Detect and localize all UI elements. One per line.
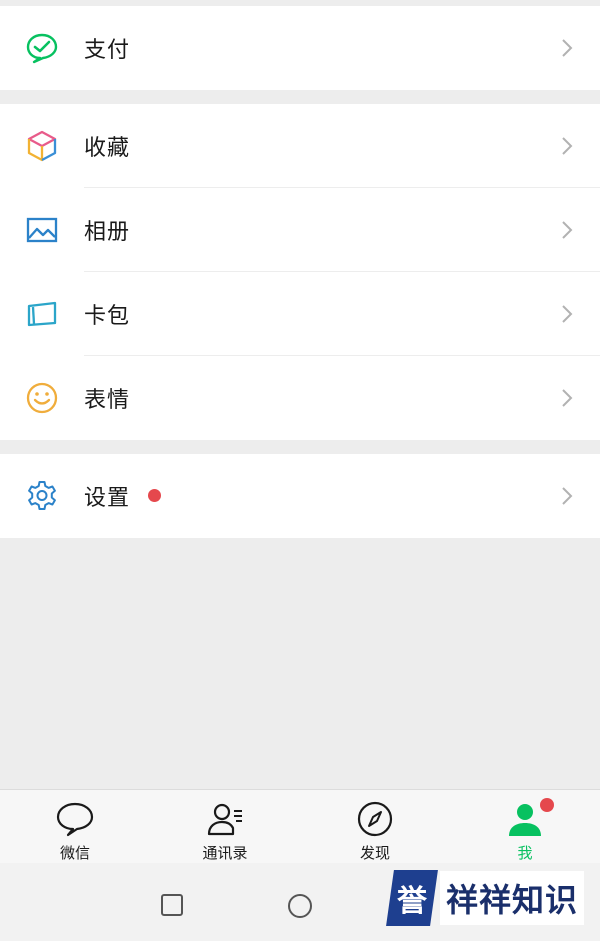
tab-label: 发现 <box>359 844 390 862</box>
menu-item-label: 收藏 <box>84 136 131 161</box>
chevron-right-icon <box>560 485 574 507</box>
home-circle-icon[interactable] <box>287 893 313 919</box>
menu-item-cards[interactable]: 卡包 <box>0 272 600 356</box>
smiley-icon <box>25 381 59 415</box>
menu-item-album[interactable]: 相册 <box>0 188 600 272</box>
watermark-badge: 誉 <box>386 870 438 926</box>
watermark-text: 祥祥知识 <box>440 871 585 925</box>
person-icon <box>505 800 545 838</box>
card-icon <box>25 297 59 331</box>
chevron-right-icon <box>560 303 574 325</box>
menu-item-label: 表情 <box>84 388 131 413</box>
chat-bubble-icon <box>55 800 95 838</box>
pay-group: 支付 <box>0 6 600 90</box>
chevron-right-icon <box>560 219 574 241</box>
settings-group: 设置 <box>0 454 600 538</box>
tab-contacts[interactable]: 通讯录 <box>150 790 300 864</box>
compass-icon <box>355 800 395 838</box>
contacts-icon <box>205 800 245 838</box>
section-gap <box>0 440 600 454</box>
notification-badge <box>148 489 161 502</box>
menu-item-label: 支付 <box>84 38 131 63</box>
tab-label: 通讯录 <box>202 844 248 862</box>
tab-chats[interactable]: 微信 <box>0 790 150 864</box>
cube-icon <box>25 129 59 163</box>
tab-me[interactable]: 我 <box>450 790 600 864</box>
chevron-right-icon <box>560 135 574 157</box>
watermark-logo: 誉 祥祥知识 <box>386 862 600 934</box>
notification-badge <box>540 798 554 812</box>
menu-item-favorites[interactable]: 收藏 <box>0 104 600 188</box>
chevron-right-icon <box>560 37 574 59</box>
menu-item-settings[interactable]: 设置 <box>0 454 600 538</box>
menu-item-label: 相册 <box>84 220 131 245</box>
features-group: 收藏 相册 卡包 表情 <box>0 104 600 440</box>
gear-icon <box>25 479 59 513</box>
menu-item-pay[interactable]: 支付 <box>0 6 600 90</box>
tab-discover[interactable]: 发现 <box>300 790 450 864</box>
section-gap <box>0 90 600 104</box>
tab-label: 我 <box>517 844 533 862</box>
menu-item-stickers[interactable]: 表情 <box>0 356 600 440</box>
picture-icon <box>25 213 59 247</box>
menu-item-label: 卡包 <box>84 304 131 329</box>
chevron-right-icon <box>560 387 574 409</box>
tab-label: 微信 <box>59 844 90 862</box>
recents-square-icon[interactable] <box>160 893 184 917</box>
menu-item-label: 设置 <box>84 486 131 511</box>
pay-check-icon <box>25 31 59 65</box>
bottom-tab-bar: 微信 通讯录 发现 我 <box>0 789 600 864</box>
